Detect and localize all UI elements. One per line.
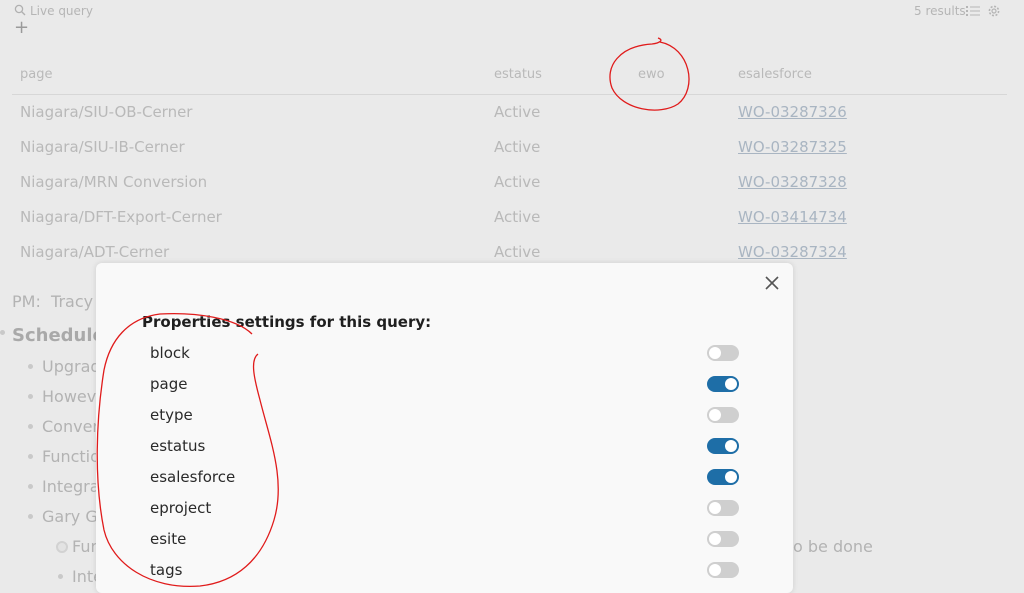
close-icon[interactable] [764,275,780,291]
toggle-esite[interactable] [707,531,739,547]
pm-value[interactable]: Tracy [51,292,93,311]
query-results-table: page estatus ewo esalesforce Niagara/SIU… [12,56,1007,270]
toggle-etype[interactable] [707,407,739,423]
bullet[interactable] [28,394,33,399]
outline-item[interactable]: Integra [42,477,100,496]
cell-page[interactable]: Niagara/MRN Conversion [20,173,207,191]
cell-esalesforce-link[interactable]: WO-03287328 [738,173,847,191]
bullet[interactable] [28,424,33,429]
column-header-estatus[interactable]: estatus [494,67,542,82]
table-row: Niagara/MRN Conversion Active WO-0328732… [12,165,1007,200]
outline-item[interactable]: Functio [42,447,100,466]
cell-esalesforce-link[interactable]: WO-03414734 [738,208,847,226]
cell-estatus: Active [494,138,541,156]
add-icon[interactable]: + [14,18,29,38]
column-header-ewo[interactable]: ewo [638,67,665,82]
column-header-esalesforce[interactable]: esalesforce [738,67,812,82]
toggle-knob [709,533,721,545]
results-count: 5 results [914,4,966,18]
query-toolbar: Live query + 5 results [0,0,1024,38]
property-label-eproject: eproject [150,499,212,517]
toggle-esalesforce[interactable] [707,469,739,485]
toggle-knob [725,378,737,390]
toggle-block[interactable] [707,345,739,361]
toggle-page[interactable] [707,376,739,392]
toggle-knob [709,347,721,359]
toggle-knob [709,409,721,421]
cell-esalesforce-link[interactable]: WO-03287326 [738,103,847,121]
bullet[interactable] [28,454,33,459]
outline-trailing-text: o be done [793,537,873,556]
outline-item[interactable]: Gary G [42,507,98,526]
cell-page[interactable]: Niagara/DFT-Export-Cerner [20,208,222,226]
cell-esalesforce-link[interactable]: WO-03287325 [738,138,847,156]
table-row: Niagara/SIU-IB-Cerner Active WO-03287325 [12,130,1007,165]
outline-item[interactable]: Conver [42,417,99,436]
property-label-etype: etype [150,406,193,424]
cell-estatus: Active [494,103,541,121]
cell-estatus: Active [494,243,541,261]
table-row: Niagara/DFT-Export-Cerner Active WO-0341… [12,200,1007,235]
cell-page[interactable]: Niagara/ADT-Cerner [20,243,169,261]
cell-estatus: Active [494,173,541,191]
bullet[interactable] [58,574,63,579]
outline-sub-item[interactable]: Fur [72,537,97,556]
outline-item[interactable]: Upgrad [42,357,101,376]
property-label-tags: tags [150,561,183,579]
bullet[interactable] [0,330,5,335]
toggle-tags[interactable] [707,562,739,578]
cell-esalesforce-link[interactable]: WO-03287324 [738,243,847,261]
table-row: Niagara/SIU-OB-Cerner Active WO-03287326 [12,95,1007,130]
bullet[interactable] [28,514,33,519]
toggle-knob [709,564,721,576]
pm-property: PM: Tracy [12,292,93,311]
list-view-icon[interactable] [966,5,980,17]
toggle-knob [725,471,737,483]
property-label-block: block [150,344,190,362]
toggle-estatus[interactable] [707,438,739,454]
column-header-page[interactable]: page [20,67,52,82]
cell-page[interactable]: Niagara/SIU-OB-Cerner [20,103,192,121]
live-query-label[interactable]: Live query [14,4,93,18]
property-label-esite: esite [150,530,187,548]
cell-estatus: Active [494,208,541,226]
live-query-text: Live query [30,4,93,18]
toggle-knob [709,502,721,514]
bullet[interactable] [28,484,33,489]
collapsed-bullet[interactable] [56,541,68,553]
pm-label: PM: [12,292,41,311]
property-label-estatus: estatus [150,437,206,455]
toggle-eproject[interactable] [707,500,739,516]
dialog-title: Properties settings for this query: [142,313,432,331]
search-icon [14,4,26,16]
cell-page[interactable]: Niagara/SIU-IB-Cerner [20,138,185,156]
property-label-page: page [150,375,188,393]
property-label-esalesforce: esalesforce [150,468,236,486]
properties-settings-dialog: Properties settings for this query: bloc… [96,263,793,593]
table-header: page estatus ewo esalesforce [12,56,1007,95]
bullet[interactable] [28,364,33,369]
toggle-knob [725,440,737,452]
schedule-heading[interactable]: Schedule [12,325,105,346]
gear-icon[interactable] [987,4,1001,18]
